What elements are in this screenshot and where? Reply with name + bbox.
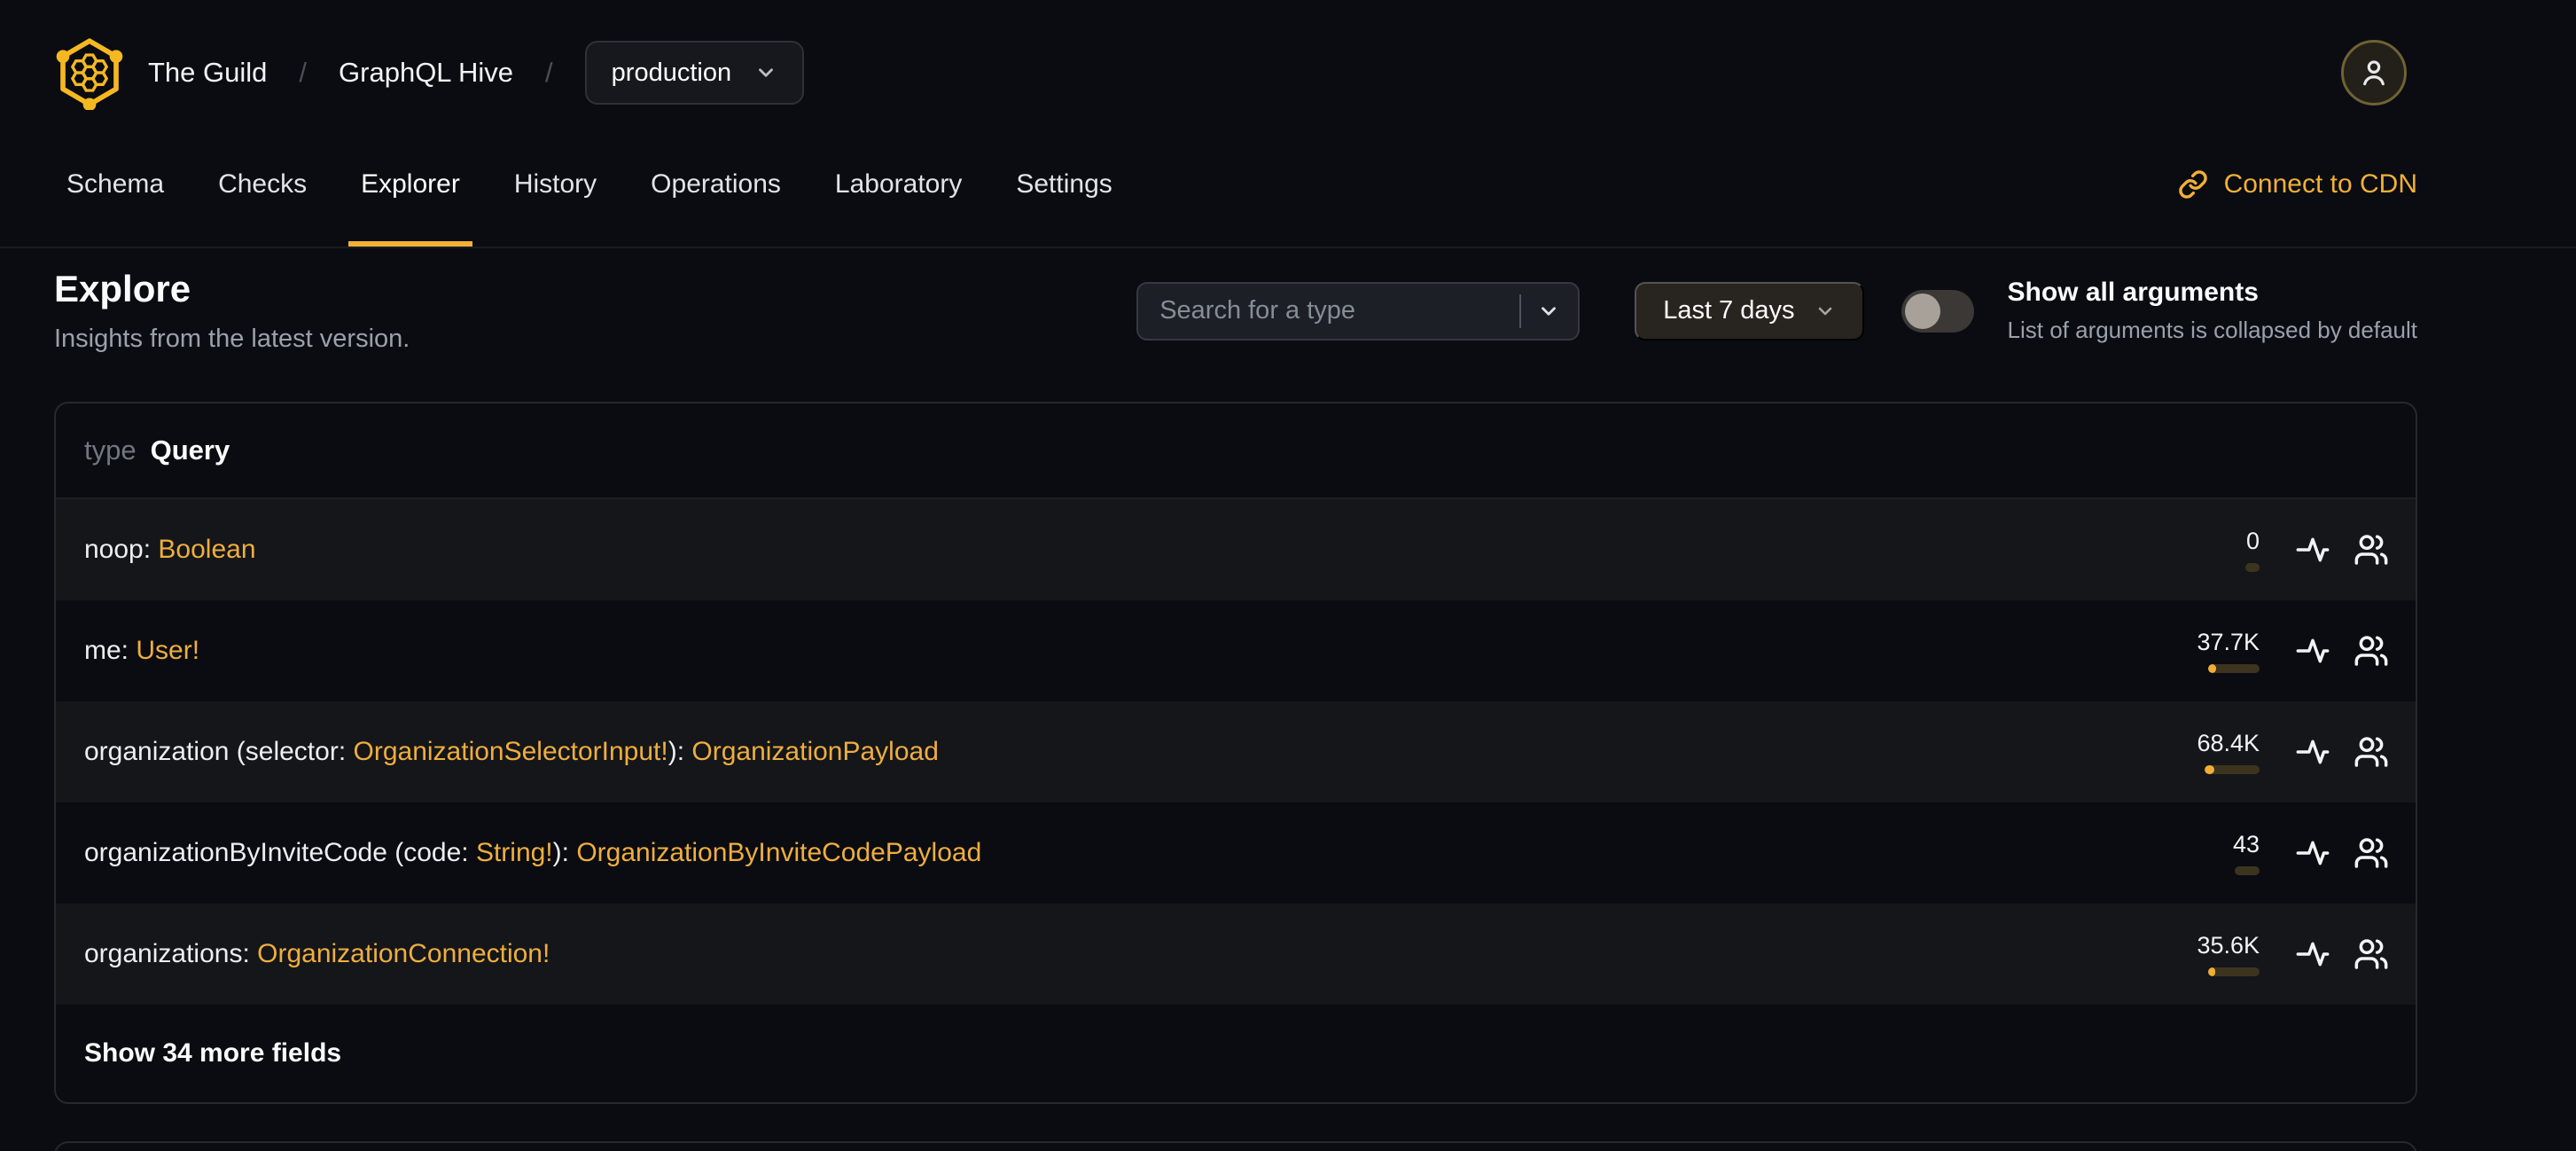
activity-icon-button[interactable] <box>2295 936 2330 972</box>
tab-explorer[interactable]: Explorer <box>348 122 472 247</box>
page-title: Explore <box>54 268 191 309</box>
period-select-button[interactable]: Last 7 days <box>1635 281 1864 341</box>
field-return-type-link[interactable]: Boolean <box>158 535 255 565</box>
field-text: organization (selector: <box>84 737 354 766</box>
field-arg-type-link[interactable]: String! <box>476 838 553 868</box>
page-header: Explore Insights from the latest version… <box>54 268 410 354</box>
usage-bar <box>2235 866 2260 875</box>
next-type-card-stub <box>54 1141 2417 1151</box>
activity-icon-button[interactable] <box>2295 532 2330 568</box>
usage-count: 0 <box>2245 528 2260 554</box>
users-icon-button[interactable] <box>2354 936 2389 972</box>
field-text: ): <box>667 737 692 766</box>
field-arg-type-link[interactable]: OrganizationSelectorInput! <box>354 737 668 767</box>
activity-icon-button[interactable] <box>2295 633 2330 669</box>
breadcrumb-separator: / <box>545 57 553 88</box>
tab-schema[interactable]: Schema <box>54 122 176 247</box>
type-card-header: type Query <box>56 403 2416 499</box>
type-kind-label: type <box>84 435 137 466</box>
type-name: Query <box>150 435 230 466</box>
field-text: noop: <box>84 535 159 564</box>
usage-bar <box>2205 765 2260 774</box>
search-divider <box>1519 294 1522 328</box>
user-avatar-button[interactable] <box>2341 40 2407 106</box>
toggle-text: Show all arguments List of arguments is … <box>2008 278 2417 344</box>
type-search-input[interactable] <box>1159 296 1513 325</box>
tab-laboratory[interactable]: Laboratory <box>823 122 974 247</box>
period-label: Last 7 days <box>1663 296 1795 325</box>
field-text: me: <box>84 636 137 665</box>
target-selector-button[interactable]: production <box>584 41 805 105</box>
usage-count: 37.7K <box>2197 629 2260 655</box>
chevron-down-icon[interactable] <box>1537 300 1560 323</box>
field-return-type-link[interactable]: OrganizationConnection! <box>257 939 550 969</box>
users-icon-button[interactable] <box>2354 633 2389 669</box>
field-return-type-link[interactable]: User! <box>136 636 199 666</box>
type-card: type Query noop: Boolean 0 me: User! 37.… <box>54 402 2417 1104</box>
field-row: organizationByInviteCode (code: String!)… <box>56 803 2416 904</box>
toggle-label: Show all arguments <box>2007 278 2259 307</box>
connect-to-cdn-button[interactable]: Connect to CDN <box>2178 122 2417 247</box>
type-search-select[interactable] <box>1136 281 1581 341</box>
breadcrumb: The Guild / GraphQL Hive / <box>148 57 553 89</box>
field-text: ): <box>552 838 577 867</box>
breadcrumb-org[interactable]: The Guild <box>148 57 267 89</box>
field-row: organizations: OrganizationConnection! 3… <box>56 904 2416 1005</box>
toggle-description: List of arguments is collapsed by defaul… <box>2007 317 2417 343</box>
chevron-down-icon <box>759 68 774 77</box>
field-return-type-link[interactable]: OrganizationPayload <box>691 737 939 767</box>
usage-count: 35.6K <box>2197 932 2260 959</box>
tab-settings[interactable]: Settings <box>1003 122 1124 247</box>
tab-history[interactable]: History <box>502 122 609 247</box>
usage-bar <box>2208 967 2260 976</box>
users-icon-button[interactable] <box>2354 532 2389 568</box>
usage-block: 37.7K <box>2153 629 2260 673</box>
field-row: me: User! 37.7K <box>56 600 2416 701</box>
target-selector-label: production <box>611 58 732 87</box>
usage-block: 43 <box>2153 831 2260 875</box>
show-all-arguments-toggle[interactable] <box>1901 289 1974 333</box>
usage-block: 0 <box>2153 528 2260 572</box>
activity-icon-button[interactable] <box>2295 734 2330 770</box>
usage-count: 43 <box>2232 831 2260 857</box>
user-icon <box>2363 60 2385 86</box>
field-text: organizationByInviteCode (code: <box>84 838 476 867</box>
hive-logo-icon[interactable] <box>54 35 125 110</box>
usage-count: 68.4K <box>2197 730 2260 756</box>
link-icon <box>2178 170 2207 199</box>
field-row: organization (selector: OrganizationSele… <box>56 701 2416 803</box>
tab-operations[interactable]: Operations <box>638 122 793 247</box>
field-return-type-link[interactable]: OrganizationByInviteCodePayload <box>576 838 981 868</box>
usage-bar <box>2208 664 2260 673</box>
field-row: noop: Boolean 0 <box>56 499 2416 600</box>
users-icon-button[interactable] <box>2354 734 2389 770</box>
usage-block: 68.4K <box>2153 730 2260 774</box>
chevron-down-icon <box>1818 307 1831 315</box>
activity-icon-button[interactable] <box>2295 835 2330 871</box>
page-subtitle: Insights from the latest version. <box>54 325 410 353</box>
show-more-fields-button[interactable]: Show 34 more fields <box>56 1005 2416 1102</box>
explorer-controls: Last 7 days Show all arguments List of a… <box>1136 278 2417 344</box>
tab-bar: Schema Checks Explorer History Operation… <box>0 122 2576 248</box>
toggle-knob <box>1904 293 1940 329</box>
topbar: The Guild / GraphQL Hive / production <box>54 0 2417 110</box>
users-icon-button[interactable] <box>2354 835 2389 871</box>
field-list: noop: Boolean 0 me: User! 37.7K organiza… <box>56 499 2416 1005</box>
connect-to-cdn-label: Connect to CDN <box>2223 169 2417 199</box>
usage-bar <box>2245 563 2260 572</box>
breadcrumb-project[interactable]: GraphQL Hive <box>339 57 513 89</box>
field-text: organizations: <box>84 939 258 968</box>
usage-block: 35.6K <box>2153 932 2260 976</box>
breadcrumb-separator: / <box>299 57 308 88</box>
tab-checks[interactable]: Checks <box>206 122 319 247</box>
